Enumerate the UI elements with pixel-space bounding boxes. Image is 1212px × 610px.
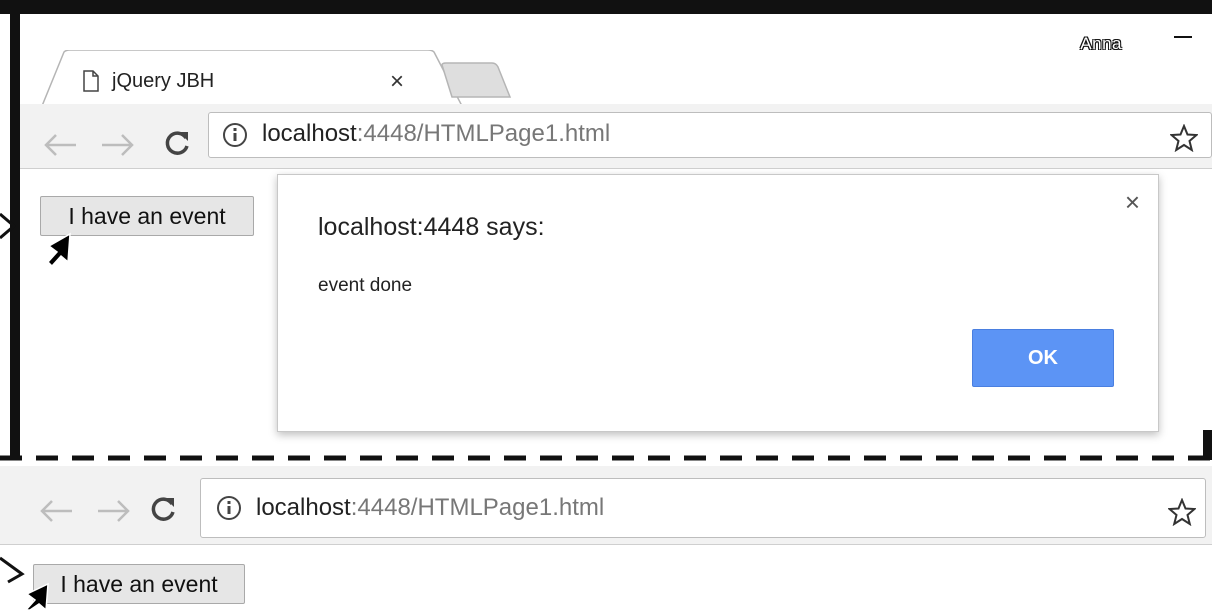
cursor-arrow-icon [24, 582, 49, 610]
tab-title: jQuery JBH [112, 70, 215, 92]
dialog-ok-button[interactable]: OK [972, 329, 1114, 387]
address-url: localhost:4448/HTMLPage1.html [256, 494, 604, 522]
cursor-arrow-icon [46, 232, 71, 268]
url-path: :4448/HTMLPage1.html [350, 494, 605, 521]
dialog-close-icon[interactable]: × [1125, 187, 1140, 218]
back-arrow-icon[interactable] [42, 132, 78, 158]
url-host: localhost [256, 494, 351, 521]
alert-dialog: localhost:4448 says: × event done OK [277, 174, 1159, 432]
tab-close-icon[interactable]: × [390, 68, 404, 96]
page-icon [83, 70, 99, 92]
forward-arrow-icon[interactable] [100, 132, 136, 158]
profile-name[interactable]: Anna [1080, 34, 1122, 54]
window-frame-top [0, 0, 1212, 14]
back-arrow-icon[interactable] [38, 498, 74, 524]
info-icon[interactable] [216, 495, 242, 521]
event-button[interactable]: I have an event [40, 196, 254, 236]
minimize-icon[interactable] [1174, 36, 1192, 38]
reload-icon[interactable] [148, 494, 178, 524]
event-button[interactable]: I have an event [33, 564, 245, 604]
star-icon[interactable] [1170, 124, 1198, 152]
dialog-message: event done [318, 275, 413, 296]
browser-window: Anna jQuery JBH × localhost:4448/HTMLPag… [20, 14, 1212, 460]
address-url: localhost:4448/HTMLPage1.html [262, 120, 610, 148]
reload-icon[interactable] [162, 128, 192, 158]
url-host: localhost [262, 120, 357, 147]
dialog-title: localhost:4448 says: [318, 213, 545, 241]
info-icon[interactable] [222, 122, 248, 148]
star-icon[interactable] [1168, 498, 1196, 526]
url-path: :4448/HTMLPage1.html [356, 120, 611, 147]
forward-arrow-icon[interactable] [96, 498, 132, 524]
cursor-arrow-icon [0, 212, 17, 240]
separator-dashed [0, 455, 1212, 461]
window-frame-right [1203, 430, 1212, 460]
new-tab-button[interactable] [440, 61, 512, 101]
